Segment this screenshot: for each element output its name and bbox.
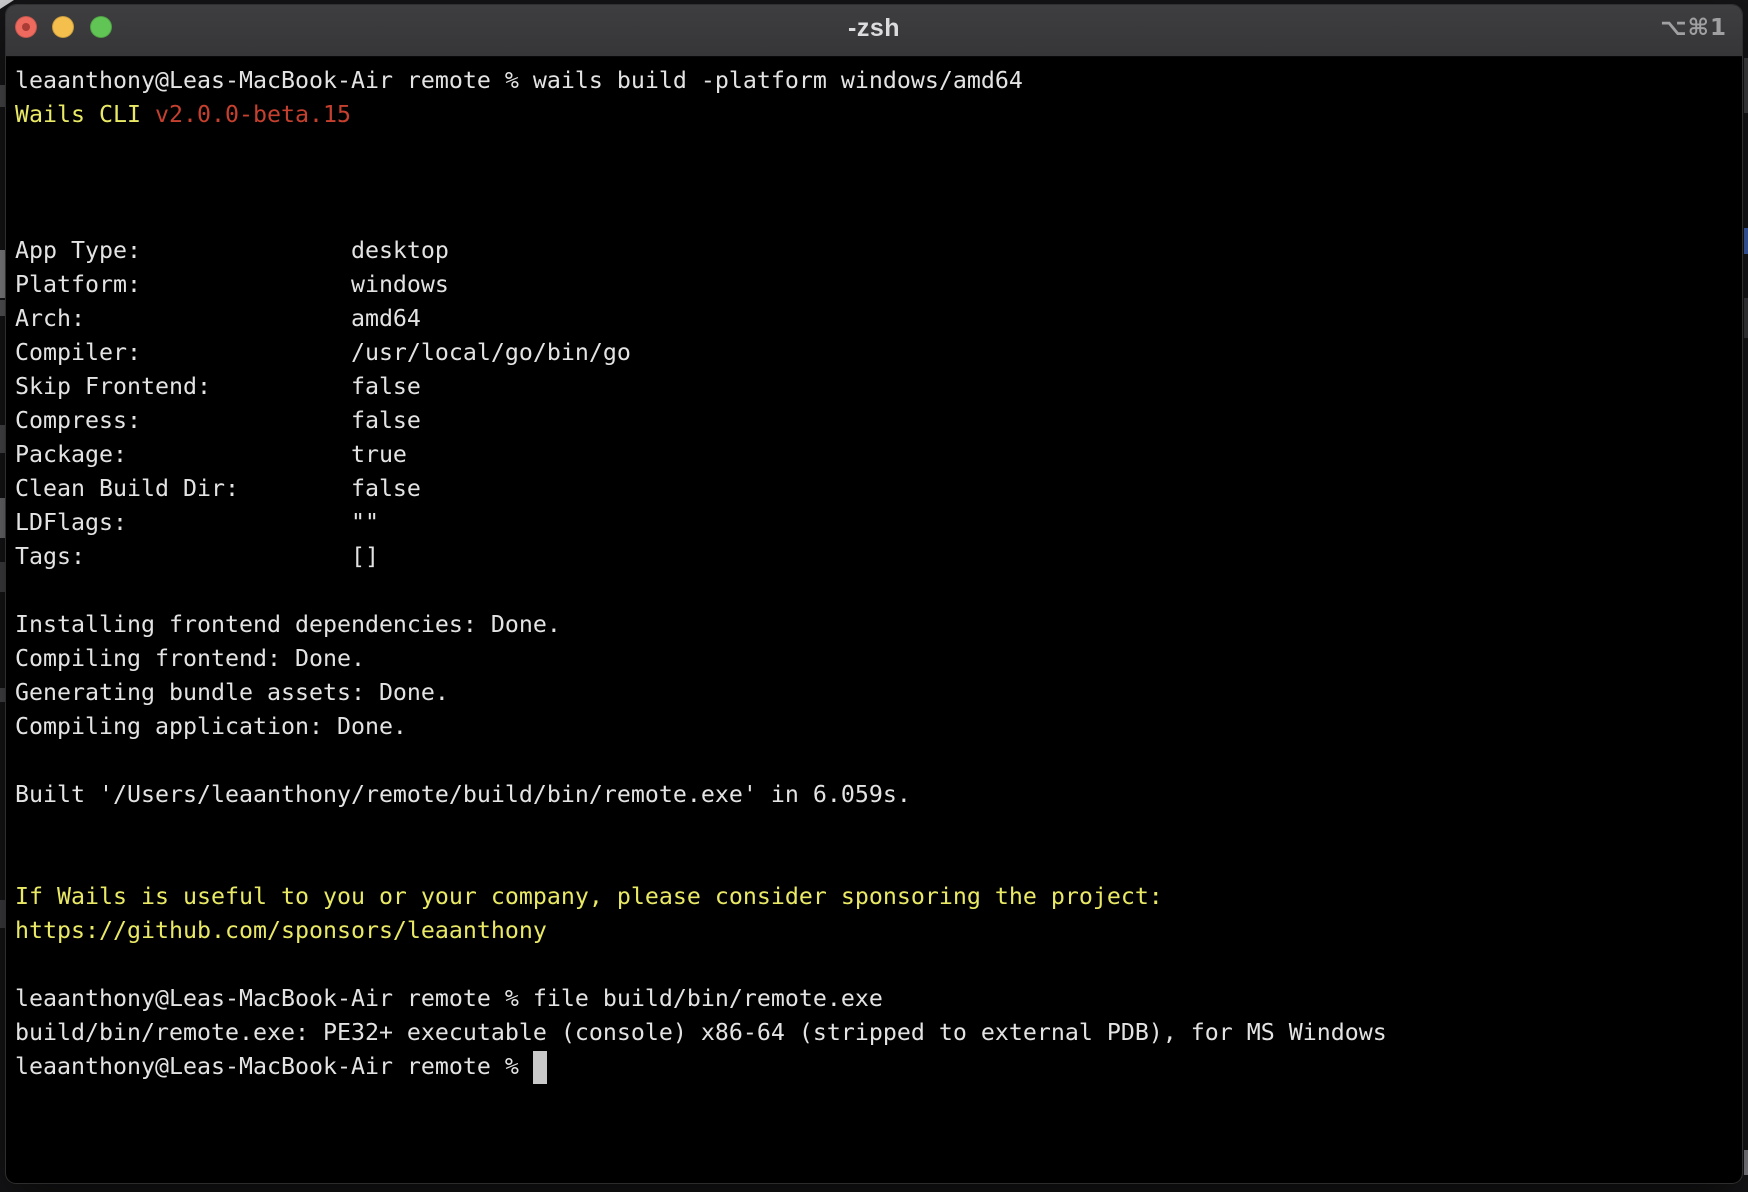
terminal-text: build/bin/remote.exe: PE32+ executable (… [15, 1019, 1387, 1046]
zoom-button[interactable] [90, 16, 112, 38]
terminal-text: https://github.com/sponsors/leaanthony [15, 917, 547, 944]
terminal-text: Skip Frontend: false [15, 373, 421, 400]
terminal-output[interactable]: leaanthony@Leas-MacBook-Air remote % wai… [6, 57, 1742, 1084]
background-window-fragment [0, 250, 5, 298]
close-button[interactable] [15, 16, 37, 38]
terminal-line: build/bin/remote.exe: PE32+ executable (… [15, 1016, 1742, 1050]
background-window-fragment [0, 300, 5, 316]
terminal-cursor [533, 1051, 547, 1084]
terminal-text: Compiling application: Done. [15, 713, 407, 740]
background-window-fragment [0, 425, 5, 453]
background-window-fragment [0, 688, 5, 702]
unsaved-indicator-dot [22, 23, 30, 31]
terminal-window: -zsh ⌥⌘1 leaanthony@Leas-MacBook-Air rem… [6, 5, 1742, 1183]
terminal-line: Compiling application: Done. [15, 710, 1742, 744]
terminal-line: Compiler: /usr/local/go/bin/go [15, 336, 1742, 370]
terminal-line [15, 846, 1742, 880]
terminal-text: Installing frontend dependencies: Done. [15, 611, 561, 638]
terminal-text: If Wails is useful to you or your compan… [15, 883, 1163, 910]
terminal-line: App Type: desktop [15, 234, 1742, 268]
terminal-line [15, 166, 1742, 200]
terminal-text: Clean Build Dir: false [15, 475, 421, 502]
terminal-text: leaanthony@Leas-MacBook-Air remote % [15, 1053, 533, 1080]
terminal-line: leaanthony@Leas-MacBook-Air remote % fil… [15, 982, 1742, 1016]
terminal-line [15, 574, 1742, 608]
terminal-line: Tags: [] [15, 540, 1742, 574]
terminal-text: LDFlags: "" [15, 509, 379, 536]
terminal-text: Generating bundle assets: Done. [15, 679, 449, 706]
terminal-line [15, 200, 1742, 234]
minimize-button[interactable] [52, 16, 74, 38]
terminal-line: Built '/Users/leaanthony/remote/build/bi… [15, 778, 1742, 812]
terminal-text: App Type: desktop [15, 237, 449, 264]
background-window-fragment [1744, 298, 1748, 338]
terminal-line: Clean Build Dir: false [15, 472, 1742, 506]
terminal-text: Platform: windows [15, 271, 449, 298]
terminal-line [15, 132, 1742, 166]
terminal-line: Compress: false [15, 404, 1742, 438]
terminal-line [15, 744, 1742, 778]
terminal-text: Compiler: /usr/local/go/bin/go [15, 339, 631, 366]
terminal-line: Package: true [15, 438, 1742, 472]
terminal-line: leaanthony@Leas-MacBook-Air remote % [15, 1050, 1742, 1084]
background-window-fragment [1744, 1150, 1748, 1175]
terminal-line: Generating bundle assets: Done. [15, 676, 1742, 710]
terminal-text: Compiling frontend: Done. [15, 645, 365, 672]
background-window-fragment [0, 498, 5, 538]
terminal-text: Arch: amd64 [15, 305, 421, 332]
terminal-text: Built '/Users/leaanthony/remote/build/bi… [15, 781, 911, 808]
terminal-line [15, 948, 1742, 982]
terminal-text: Package: true [15, 441, 407, 468]
titlebar[interactable]: -zsh ⌥⌘1 [6, 5, 1742, 57]
terminal-line: Wails CLI v2.0.0-beta.15 [15, 98, 1742, 132]
terminal-line [15, 812, 1742, 846]
background-window-fragment [1744, 228, 1748, 254]
terminal-line: https://github.com/sponsors/leaanthony [15, 914, 1742, 948]
terminal-text: v2.0.0-beta.15 [155, 101, 351, 128]
terminal-text: leaanthony@Leas-MacBook-Air remote % fil… [15, 985, 883, 1012]
terminal-text: Wails CLI [15, 101, 155, 128]
terminal-line: Platform: windows [15, 268, 1742, 302]
terminal-line: Arch: amd64 [15, 302, 1742, 336]
window-title: -zsh [126, 14, 1622, 43]
terminal-line: Skip Frontend: false [15, 370, 1742, 404]
background-window-fragment [0, 900, 5, 928]
terminal-line: leaanthony@Leas-MacBook-Air remote % wai… [15, 64, 1742, 98]
terminal-line: Compiling frontend: Done. [15, 642, 1742, 676]
terminal-text: leaanthony@Leas-MacBook-Air remote % wai… [15, 67, 1023, 94]
terminal-line: If Wails is useful to you or your compan… [15, 880, 1742, 914]
keyboard-shortcut-badge: ⌥⌘1 [1660, 15, 1727, 41]
terminal-text: Compress: false [15, 407, 421, 434]
terminal-line: LDFlags: "" [15, 506, 1742, 540]
background-window-fragment [0, 562, 5, 592]
background-window-fragment [1744, 58, 1748, 113]
background-window-fragment [0, 85, 5, 107]
terminal-line: Installing frontend dependencies: Done. [15, 608, 1742, 642]
terminal-text: Tags: [] [15, 543, 379, 570]
